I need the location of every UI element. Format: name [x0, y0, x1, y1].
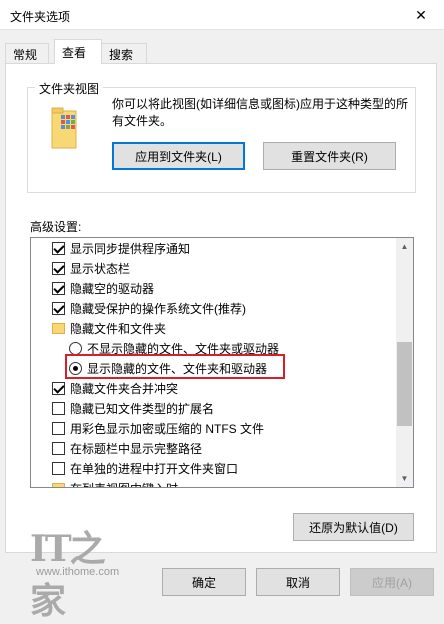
scrollbar-thumb[interactable]: [397, 342, 412, 426]
close-icon[interactable]: ✕: [398, 0, 444, 30]
list-item-label: 在列表视图中键入时: [70, 480, 178, 488]
list-item[interactable]: 隐藏文件夹合并冲突: [52, 378, 178, 398]
folder-icon: [52, 322, 65, 334]
apply-button[interactable]: 应用(A): [350, 568, 434, 596]
scroll-up-icon[interactable]: ▲: [396, 238, 413, 255]
list-item[interactable]: 用彩色显示加密或压缩的 NTFS 文件: [52, 418, 264, 438]
list-item-label: 用彩色显示加密或压缩的 NTFS 文件: [70, 421, 264, 436]
ithome-watermark: IT之家 www.ithome.com: [30, 520, 126, 622]
apply-to-folders-button[interactable]: 应用到文件夹(L): [112, 142, 245, 170]
folder-view-group-title: 文件夹视图: [35, 80, 104, 97]
list-item[interactable]: 显示隐藏的文件、文件夹和驱动器: [69, 358, 267, 378]
list-item[interactable]: 显示同步提供程序通知: [52, 238, 190, 258]
radio-button[interactable]: [69, 341, 82, 355]
folder-view-description: 你可以将此视图(如详细信息或图标)应用于这种类型的所有文件夹。: [112, 97, 408, 128]
advanced-settings-label: 高级设置:: [30, 220, 82, 234]
list-item-label: 隐藏文件和文件夹: [70, 321, 167, 336]
restore-defaults-button[interactable]: 还原为默认值(D): [293, 513, 414, 541]
list-item-label: 在标题栏中显示完整路径: [70, 441, 203, 456]
list-item[interactable]: 显示状态栏: [52, 258, 130, 278]
list-item-label: 在单独的进程中打开文件夹窗口: [70, 461, 239, 476]
cancel-button[interactable]: 取消: [256, 568, 340, 596]
checkbox[interactable]: [52, 261, 65, 275]
list-item-label: 隐藏受保护的操作系统文件(推荐): [70, 301, 246, 316]
tab-search[interactable]: 搜索: [101, 43, 147, 63]
list-item: 在列表视图中键入时: [52, 478, 178, 488]
list-item-label: 隐藏空的驱动器: [70, 281, 155, 296]
window-title: 文件夹选项: [10, 10, 71, 24]
list-item[interactable]: 隐藏已知文件类型的扩展名: [52, 398, 214, 418]
folder-icon: [52, 482, 65, 487]
list-item-label: 显示同步提供程序通知: [70, 241, 191, 256]
checkbox[interactable]: [52, 281, 65, 295]
list-item[interactable]: 不显示隐藏的文件、文件夹或驱动器: [69, 338, 279, 358]
list-item[interactable]: 隐藏空的驱动器: [52, 278, 154, 298]
checkbox[interactable]: [52, 241, 65, 255]
list-item[interactable]: 隐藏受保护的操作系统文件(推荐): [52, 298, 246, 318]
list-item-label: 显示隐藏的文件、文件夹和驱动器: [87, 361, 268, 376]
list-item[interactable]: 在标题栏中显示完整路径: [52, 438, 202, 458]
tab-view[interactable]: 查看: [54, 39, 102, 64]
watermark-url: www.ithome.com: [36, 566, 120, 578]
checkbox[interactable]: [52, 461, 65, 475]
title-bar: 文件夹选项 ✕: [0, 0, 444, 30]
checkbox[interactable]: [52, 381, 65, 395]
list-item-label: 不显示隐藏的文件、文件夹或驱动器: [87, 341, 280, 356]
checkbox[interactable]: [52, 421, 65, 435]
checkbox[interactable]: [52, 441, 65, 455]
advanced-settings-list[interactable]: 显示同步提供程序通知 显示状态栏 隐藏空的驱动器 隐藏受保护的操作系统文件(推荐…: [30, 237, 414, 488]
ok-button[interactable]: 确定: [162, 568, 246, 596]
vertical-scrollbar[interactable]: ▲ ▼: [396, 238, 413, 487]
checkbox[interactable]: [52, 301, 65, 315]
radio-button[interactable]: [69, 361, 82, 375]
checkbox[interactable]: [52, 401, 65, 415]
tab-general[interactable]: 常规: [5, 43, 49, 63]
list-item-label: 隐藏已知文件类型的扩展名: [70, 401, 215, 416]
list-item-label: 显示状态栏: [70, 261, 131, 276]
list-item-label: 隐藏文件夹合并冲突: [70, 381, 179, 396]
reset-folders-button[interactable]: 重置文件夹(R): [263, 142, 396, 170]
scroll-down-icon[interactable]: ▼: [396, 470, 413, 487]
folder-view-icon: [51, 107, 77, 149]
list-item[interactable]: 在单独的进程中打开文件夹窗口: [52, 458, 238, 478]
list-item: 隐藏文件和文件夹: [52, 318, 166, 338]
